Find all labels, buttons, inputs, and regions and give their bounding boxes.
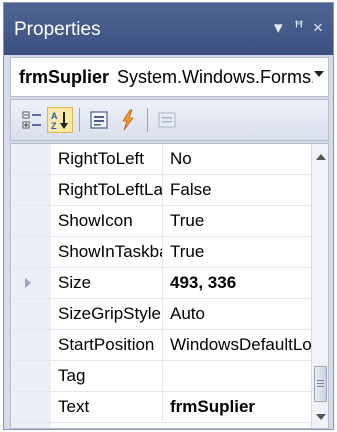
chevron-down-icon[interactable] <box>314 71 324 77</box>
object-selector-dropdown[interactable]: frmSuplier System.Windows.Forms.Form <box>10 57 329 97</box>
toolbar-separator <box>147 108 148 132</box>
pin-icon[interactable]: ꟸ <box>294 17 304 39</box>
svg-text:Z: Z <box>51 121 57 131</box>
window-position-dropdown-icon[interactable]: ▾ <box>274 17 283 39</box>
property-value[interactable]: True <box>164 206 311 237</box>
scroll-up-arrow-icon[interactable] <box>316 154 326 160</box>
toolbar-separator <box>79 108 80 132</box>
property-value[interactable]: frmSuplier <box>164 392 311 423</box>
property-row-text[interactable]: Text frmSuplier <box>11 392 311 423</box>
property-value[interactable]: 493, 336 <box>164 268 311 299</box>
property-row-righttoleftlayout[interactable]: RightToLeftLayout False <box>11 175 311 206</box>
property-name: Tag <box>51 361 163 392</box>
panel-title: Properties <box>14 19 101 40</box>
object-type: System.Windows.Forms.Form <box>117 67 313 87</box>
property-value[interactable]: Auto <box>164 299 311 330</box>
property-name: Size <box>51 268 163 299</box>
grip-line <box>317 380 324 381</box>
alphabetical-icon[interactable]: A Z <box>47 107 73 133</box>
property-name: RightToLeftLayout <box>51 175 163 206</box>
grip-line <box>317 386 324 387</box>
property-name: StartPosition <box>51 330 163 361</box>
grip-line <box>317 383 324 384</box>
property-value[interactable]: WindowsDefaultLocation <box>164 330 311 361</box>
property-value[interactable] <box>164 361 311 392</box>
property-row-startposition[interactable]: StartPosition WindowsDefaultLocation <box>11 330 311 361</box>
property-value[interactable]: True <box>164 237 311 268</box>
vertical-scrollbar[interactable] <box>311 144 328 428</box>
property-value[interactable]: No <box>164 144 311 175</box>
close-icon[interactable]: × <box>313 17 323 39</box>
events-icon[interactable] <box>115 107 141 133</box>
property-row-showintaskbar[interactable]: ShowInTaskbar True <box>11 237 311 268</box>
property-pages-icon[interactable] <box>154 107 180 133</box>
property-name: Text <box>51 392 163 423</box>
property-row-righttoleft[interactable]: RightToLeft No <box>11 144 311 175</box>
scrollbar-thumb[interactable] <box>314 366 327 402</box>
properties-panel: Properties ▾ ꟸ × frmSuplier System.Windo… <box>3 2 334 430</box>
property-value[interactable]: False <box>164 175 311 206</box>
object-name: frmSuplier <box>19 67 110 87</box>
scroll-down-arrow-icon[interactable] <box>316 414 326 420</box>
property-row-sizegripstyle[interactable]: SizeGripStyle Auto <box>11 299 311 330</box>
property-name: ShowInTaskbar <box>51 237 163 268</box>
property-name: SizeGripStyle <box>51 299 163 330</box>
property-name: RightToLeft <box>51 144 163 175</box>
properties-icon[interactable] <box>86 107 112 133</box>
property-row-size[interactable]: Size 493, 336 <box>11 268 311 299</box>
svg-text:A: A <box>51 111 58 121</box>
property-grid: RightToLeft No RightToLeftLayout False S… <box>10 143 329 429</box>
property-name: ShowIcon <box>51 206 163 237</box>
property-row-showicon[interactable]: ShowIcon True <box>11 206 311 237</box>
panel-title-bar[interactable]: Properties ▾ ꟸ × <box>4 3 333 55</box>
categorized-icon[interactable] <box>19 107 45 133</box>
property-row-tag[interactable]: Tag <box>11 361 311 392</box>
properties-toolbar: A Z <box>10 99 329 141</box>
expand-arrow-icon[interactable] <box>25 278 31 288</box>
